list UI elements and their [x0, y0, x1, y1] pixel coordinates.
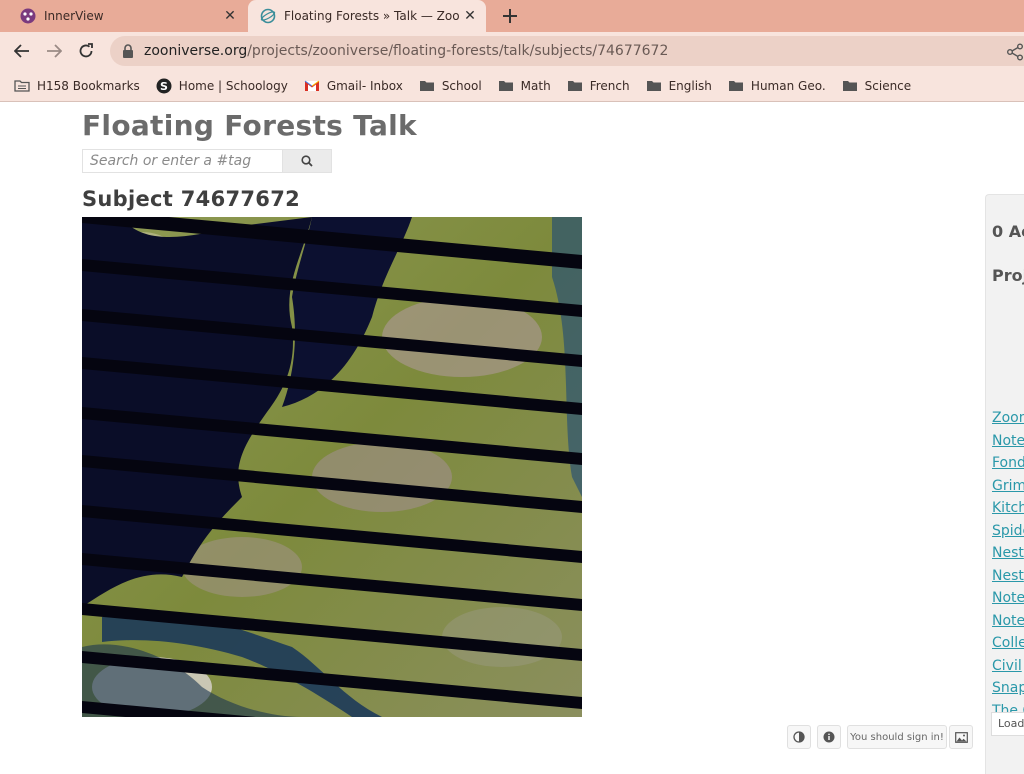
- lock-icon: [123, 44, 133, 58]
- bookmark-schoology[interactable]: S Home | Schoology: [156, 78, 288, 94]
- tab-strip: InnerView ✕ Floating Forests » Talk — Zo…: [0, 0, 1024, 32]
- new-tab-icon[interactable]: [498, 4, 522, 28]
- info-icon: [823, 731, 835, 743]
- project-link[interactable]: Note: [992, 587, 1024, 610]
- browser-toolbar: zooniverse.org/projects/zooniverse/float…: [0, 32, 1024, 70]
- back-icon[interactable]: [9, 38, 35, 64]
- reload-icon[interactable]: [73, 38, 99, 64]
- talk-search: [82, 149, 332, 173]
- bookmark-gmail[interactable]: Gmail- Inbox: [304, 78, 403, 94]
- folder-icon: [567, 78, 583, 94]
- address-bar[interactable]: zooniverse.org/projects/zooniverse/float…: [110, 36, 1024, 66]
- url-host: zooniverse.org: [144, 43, 248, 59]
- bookmark-human-geo[interactable]: Human Geo.: [728, 78, 826, 94]
- bookmark-science[interactable]: Science: [842, 78, 912, 94]
- right-sidebar: 0 Ac Proj Zoon Note Fond Grim Kitch Spid…: [985, 194, 1024, 774]
- project-link[interactable]: Civil: [992, 655, 1024, 678]
- bookmarks-folder-icon: [14, 78, 30, 94]
- project-link[interactable]: Nest: [992, 542, 1024, 565]
- gmail-icon: [304, 78, 320, 94]
- search-icon: [301, 155, 313, 167]
- sign-in-prompt[interactable]: You should sign in!: [847, 725, 947, 749]
- schoology-icon: S: [156, 78, 172, 94]
- forward-icon[interactable]: [41, 38, 67, 64]
- bookmark-label: Home | Schoology: [178, 78, 288, 93]
- project-link[interactable]: Grim: [992, 475, 1024, 498]
- page-content: Floating Forests Talk Subject 74677672: [0, 103, 1024, 774]
- close-tab-icon[interactable]: ✕: [460, 6, 480, 26]
- search-button[interactable]: [282, 149, 332, 173]
- bookmark-h158[interactable]: H158 Bookmarks: [14, 78, 140, 94]
- tab-title: InnerView: [44, 9, 104, 23]
- folder-icon: [646, 78, 662, 94]
- bookmark-label: H158 Bookmarks: [37, 78, 140, 93]
- url-path: /projects/zooniverse/floating-forests/ta…: [247, 43, 669, 59]
- project-link[interactable]: Colle: [992, 632, 1024, 655]
- tab-floating-forests[interactable]: Floating Forests » Talk — Zooniverse ✕: [248, 0, 486, 32]
- bookmark-school[interactable]: School: [419, 78, 482, 94]
- bookmark-label: Human Geo.: [750, 78, 826, 93]
- info-button[interactable]: [817, 725, 841, 749]
- svg-text:S: S: [160, 80, 168, 93]
- project-link[interactable]: Snap: [992, 677, 1024, 700]
- projects-heading: Proj: [992, 266, 1024, 285]
- zooniverse-icon: [260, 8, 276, 24]
- project-link[interactable]: Note: [992, 610, 1024, 633]
- bookmarks-bar: H158 Bookmarks S Home | Schoology Gmail-…: [0, 70, 1024, 102]
- folder-icon: [419, 78, 435, 94]
- project-link[interactable]: Zoon: [992, 407, 1024, 430]
- search-input[interactable]: [82, 149, 282, 173]
- tab-title: Floating Forests » Talk — Zooniverse: [284, 9, 460, 23]
- bookmark-label: School: [441, 78, 482, 93]
- subject-title: Subject 74677672: [82, 187, 301, 211]
- project-link[interactable]: Note: [992, 430, 1024, 453]
- load-more-button[interactable]: Load: [991, 712, 1024, 736]
- page-title[interactable]: Floating Forests Talk: [82, 109, 417, 142]
- bookmark-label: Science: [864, 78, 912, 93]
- folder-icon: [728, 78, 744, 94]
- bookmark-label: Gmail- Inbox: [326, 78, 403, 93]
- bookmark-label: English: [668, 78, 712, 93]
- folder-icon: [498, 78, 514, 94]
- folder-icon: [842, 78, 858, 94]
- bookmark-label: French: [589, 78, 630, 93]
- bookmark-label: Math: [520, 78, 551, 93]
- subject-satellite-image[interactable]: [82, 217, 582, 717]
- collect-image-button[interactable]: [949, 725, 973, 749]
- project-link[interactable]: Nest: [992, 565, 1024, 588]
- project-link[interactable]: Fond: [992, 452, 1024, 475]
- close-tab-icon[interactable]: ✕: [220, 6, 240, 26]
- project-link[interactable]: Spide: [992, 520, 1024, 543]
- contrast-button[interactable]: [787, 725, 811, 749]
- share-icon[interactable]: [1006, 43, 1024, 61]
- project-links: Zoon Note Fond Grim Kitch Spide Nest Nes…: [992, 407, 1024, 722]
- innerview-icon: [20, 8, 36, 24]
- project-link[interactable]: Kitch: [992, 497, 1024, 520]
- active-users-heading: 0 Ac: [992, 222, 1024, 241]
- bookmark-french[interactable]: French: [567, 78, 630, 94]
- bookmark-english[interactable]: English: [646, 78, 712, 94]
- image-icon: [954, 731, 968, 743]
- bookmark-math[interactable]: Math: [498, 78, 551, 94]
- tab-innerview[interactable]: InnerView ✕: [8, 0, 246, 32]
- contrast-icon: [793, 731, 805, 743]
